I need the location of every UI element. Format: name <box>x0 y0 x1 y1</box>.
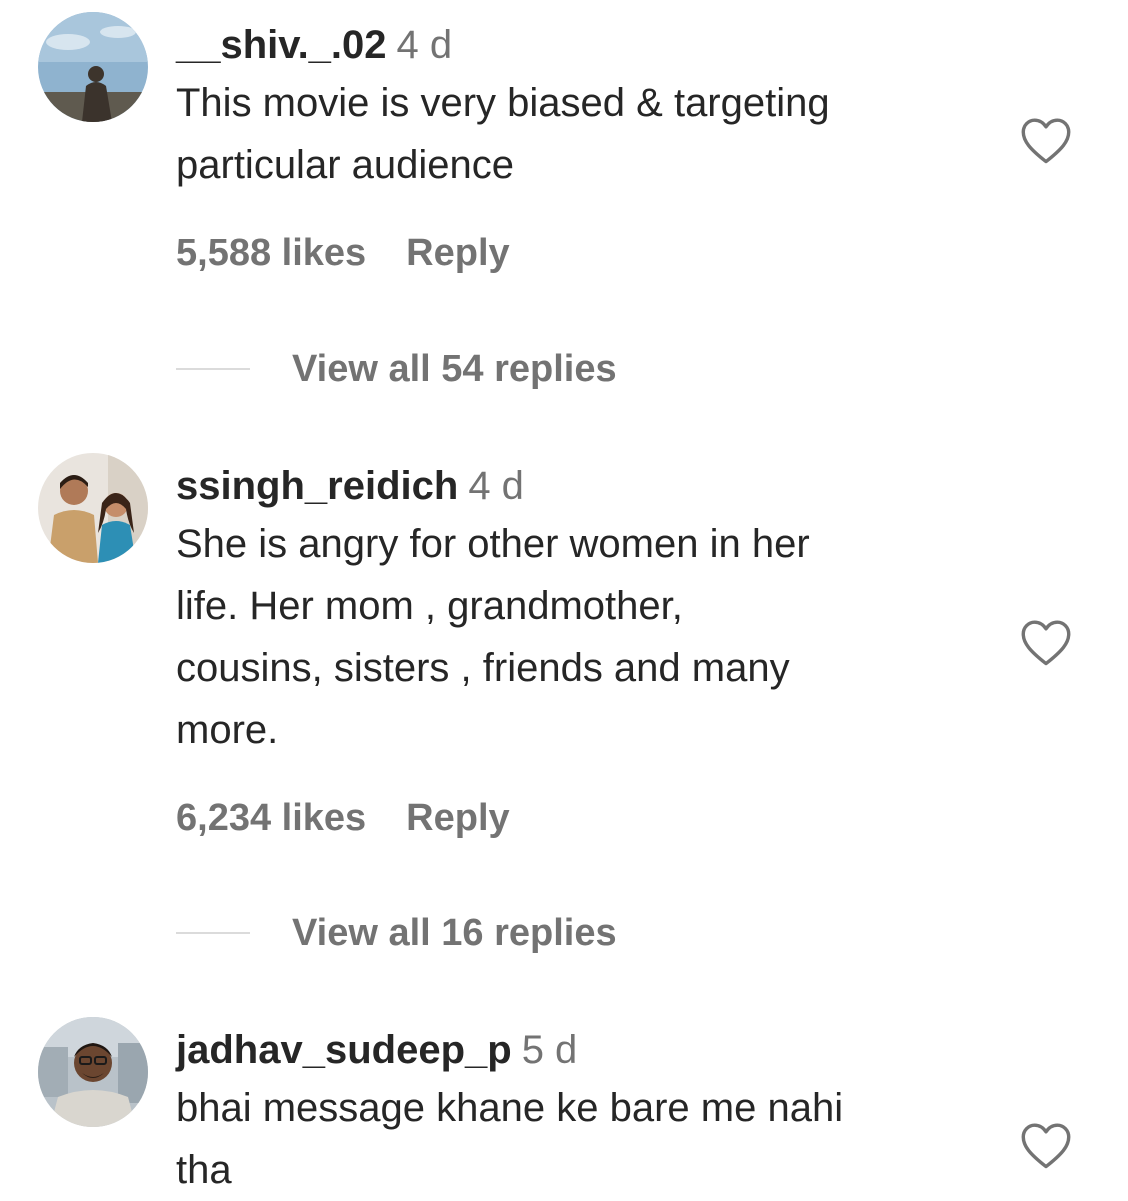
comment-header: jadhav_sudeep_p 5 d <box>176 1025 1006 1075</box>
comment-meta: 5,588 likes Reply <box>176 232 510 275</box>
comment-text: bhai message khane ke bare me nahi tha <box>176 1077 1006 1201</box>
username-link[interactable]: ssingh_reidich <box>176 464 458 508</box>
comment-text-line: This movie is very biased & targeting <box>176 81 830 125</box>
comment-timestamp: 4 d <box>396 23 453 67</box>
avatar[interactable] <box>38 453 148 563</box>
username-link[interactable]: __shiv._.02 <box>176 23 387 67</box>
view-replies-label: View all 54 replies <box>292 348 617 390</box>
reply-button[interactable]: Reply <box>406 232 509 274</box>
comment-text: This movie is very biased & targeting pa… <box>176 72 1006 196</box>
comment-text-line: more. <box>176 708 279 752</box>
comment-text-line: bhai message khane ke bare me nahi <box>176 1086 844 1130</box>
comment-meta: 6,234 likes Reply <box>176 797 510 840</box>
like-heart-icon[interactable] <box>1018 115 1074 165</box>
likes-count[interactable]: 6,234 likes <box>176 797 366 839</box>
comment-text: She is angry for other women in her life… <box>176 513 1006 761</box>
like-heart-icon[interactable] <box>1018 1120 1074 1170</box>
comment-text-line: cousins, sisters , friends and many <box>176 646 790 690</box>
replies-divider <box>176 368 250 370</box>
avatar[interactable] <box>38 12 148 122</box>
comment-timestamp: 4 d <box>468 464 524 508</box>
avatar[interactable] <box>38 1017 148 1127</box>
likes-count[interactable]: 5,588 likes <box>176 232 366 274</box>
view-replies-label: View all 16 replies <box>292 912 617 954</box>
comment-text-line: tha <box>176 1148 232 1192</box>
comment-text-line: She is angry for other women in her <box>176 522 810 566</box>
comment-header: __shiv._.02 4 d <box>176 20 1006 70</box>
reply-button[interactable]: Reply <box>406 797 509 839</box>
avatar-image <box>38 1017 148 1127</box>
comment-text-line: particular audience <box>176 143 514 187</box>
avatar-image <box>38 12 148 122</box>
comment-header: ssingh_reidich 4 d <box>176 461 1006 511</box>
view-replies-button[interactable]: View all 54 replies <box>176 344 676 394</box>
comment-text-line: life. Her mom , grandmother, <box>176 584 683 628</box>
comment-timestamp: 5 d <box>521 1028 578 1072</box>
like-heart-icon[interactable] <box>1018 617 1074 667</box>
avatar-image <box>38 453 148 563</box>
view-replies-button[interactable]: View all 16 replies <box>176 908 676 958</box>
replies-divider <box>176 932 250 934</box>
username-link[interactable]: jadhav_sudeep_p <box>176 1028 512 1072</box>
